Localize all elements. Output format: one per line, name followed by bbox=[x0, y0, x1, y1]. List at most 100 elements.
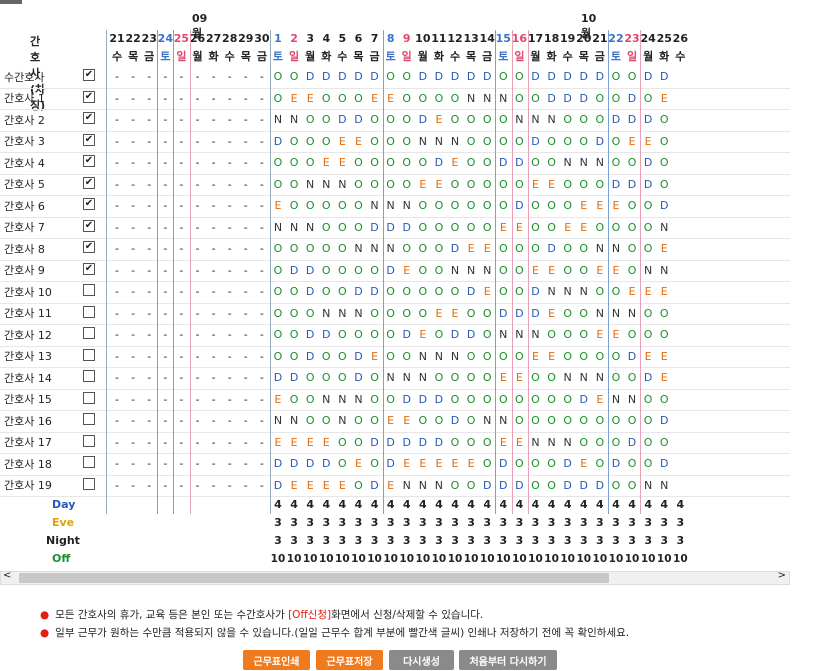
shift-cell[interactable]: O bbox=[608, 281, 624, 303]
shift-cell[interactable]: N bbox=[608, 303, 624, 325]
shift-cell[interactable]: O bbox=[592, 88, 608, 110]
shift-cell[interactable]: E bbox=[479, 281, 495, 303]
shift-cell[interactable]: E bbox=[527, 260, 543, 282]
shift-cell[interactable]: O bbox=[302, 303, 318, 325]
shift-cell[interactable]: O bbox=[544, 410, 560, 432]
shift-cell[interactable]: N bbox=[415, 346, 431, 368]
shift-cell[interactable]: O bbox=[640, 217, 656, 239]
shift-cell[interactable]: O bbox=[511, 260, 527, 282]
shift-cell[interactable]: O bbox=[640, 238, 656, 260]
shift-cell[interactable]: O bbox=[527, 195, 543, 217]
shift-cell[interactable]: D bbox=[640, 174, 656, 196]
shift-cell[interactable]: O bbox=[479, 303, 495, 325]
shift-cell[interactable]: O bbox=[560, 238, 576, 260]
shift-cell[interactable]: O bbox=[415, 303, 431, 325]
shift-cell[interactable]: N bbox=[576, 152, 592, 174]
shift-cell[interactable]: O bbox=[495, 174, 511, 196]
shift-cell[interactable]: D bbox=[640, 66, 656, 88]
shift-cell[interactable]: N bbox=[302, 174, 318, 196]
shift-cell[interactable]: O bbox=[415, 410, 431, 432]
shift-cell[interactable]: O bbox=[270, 260, 286, 282]
shift-cell[interactable]: N bbox=[318, 174, 334, 196]
shift-cell[interactable]: O bbox=[576, 174, 592, 196]
shift-cell[interactable]: O bbox=[608, 367, 624, 389]
shift-cell[interactable]: E bbox=[286, 432, 302, 454]
shift-cell[interactable]: O bbox=[463, 303, 479, 325]
shift-cell[interactable]: N bbox=[367, 195, 383, 217]
shift-cell[interactable]: N bbox=[495, 324, 511, 346]
shift-cell[interactable]: D bbox=[399, 324, 415, 346]
shift-cell[interactable]: D bbox=[270, 131, 286, 153]
shift-cell[interactable]: O bbox=[560, 303, 576, 325]
shift-cell[interactable]: O bbox=[286, 66, 302, 88]
shift-cell[interactable]: O bbox=[350, 174, 366, 196]
shift-cell[interactable]: O bbox=[399, 88, 415, 110]
shift-cell[interactable]: O bbox=[527, 367, 543, 389]
shift-cell[interactable]: D bbox=[399, 217, 415, 239]
shift-cell[interactable]: O bbox=[350, 475, 366, 497]
shift-cell[interactable]: N bbox=[383, 367, 399, 389]
shift-cell[interactable]: O bbox=[350, 195, 366, 217]
shift-cell[interactable]: N bbox=[431, 346, 447, 368]
shift-cell[interactable]: E bbox=[350, 453, 366, 475]
shift-cell[interactable]: O bbox=[334, 346, 350, 368]
nurse-checkbox[interactable] bbox=[83, 370, 95, 382]
shift-cell[interactable] bbox=[672, 453, 688, 475]
shift-cell[interactable]: E bbox=[576, 195, 592, 217]
shift-cell[interactable]: D bbox=[367, 281, 383, 303]
shift-cell[interactable]: O bbox=[640, 389, 656, 411]
shift-cell[interactable]: O bbox=[608, 475, 624, 497]
shift-cell[interactable]: O bbox=[383, 152, 399, 174]
shift-cell[interactable]: O bbox=[286, 152, 302, 174]
shift-cell[interactable]: O bbox=[640, 410, 656, 432]
shift-cell[interactable]: E bbox=[350, 131, 366, 153]
shift-cell[interactable]: O bbox=[367, 367, 383, 389]
shift-cell[interactable]: N bbox=[495, 88, 511, 110]
shift-cell[interactable]: E bbox=[431, 303, 447, 325]
shift-cell[interactable]: O bbox=[560, 174, 576, 196]
shift-cell[interactable]: D bbox=[511, 152, 527, 174]
shift-cell[interactable]: D bbox=[640, 367, 656, 389]
shift-cell[interactable]: D bbox=[560, 453, 576, 475]
shift-cell[interactable]: D bbox=[544, 238, 560, 260]
shift-cell[interactable]: O bbox=[399, 346, 415, 368]
shift-cell[interactable]: O bbox=[415, 195, 431, 217]
shift-cell[interactable]: E bbox=[640, 131, 656, 153]
shift-cell[interactable]: N bbox=[286, 410, 302, 432]
shift-cell[interactable]: O bbox=[318, 109, 334, 131]
shift-cell[interactable]: O bbox=[367, 152, 383, 174]
shift-cell[interactable]: O bbox=[318, 88, 334, 110]
shift-cell[interactable]: N bbox=[608, 389, 624, 411]
shift-cell[interactable] bbox=[672, 475, 688, 497]
shift-cell[interactable]: E bbox=[576, 453, 592, 475]
shift-cell[interactable]: O bbox=[608, 346, 624, 368]
shift-cell[interactable]: E bbox=[640, 281, 656, 303]
shift-cell[interactable]: N bbox=[479, 260, 495, 282]
shift-cell[interactable]: N bbox=[350, 238, 366, 260]
shift-cell[interactable]: E bbox=[592, 324, 608, 346]
shift-cell[interactable]: D bbox=[592, 131, 608, 153]
shift-cell[interactable]: O bbox=[383, 174, 399, 196]
shift-cell[interactable]: O bbox=[511, 131, 527, 153]
shift-cell[interactable]: O bbox=[431, 238, 447, 260]
shift-cell[interactable]: O bbox=[350, 88, 366, 110]
shift-cell[interactable]: E bbox=[624, 281, 640, 303]
shift-cell[interactable]: O bbox=[399, 152, 415, 174]
shift-cell[interactable]: O bbox=[270, 152, 286, 174]
shift-cell[interactable]: D bbox=[350, 367, 366, 389]
scroll-thumb[interactable] bbox=[19, 573, 609, 583]
shift-cell[interactable]: O bbox=[560, 410, 576, 432]
shift-cell[interactable]: O bbox=[511, 281, 527, 303]
shift-cell[interactable]: D bbox=[318, 453, 334, 475]
shift-cell[interactable]: O bbox=[624, 475, 640, 497]
shift-cell[interactable]: O bbox=[511, 410, 527, 432]
shift-cell[interactable]: N bbox=[463, 88, 479, 110]
shift-cell[interactable]: O bbox=[656, 174, 672, 196]
shift-cell[interactable]: E bbox=[286, 475, 302, 497]
shift-cell[interactable]: O bbox=[511, 346, 527, 368]
shift-cell[interactable]: O bbox=[624, 324, 640, 346]
shift-cell[interactable]: O bbox=[270, 324, 286, 346]
shift-cell[interactable]: N bbox=[367, 238, 383, 260]
shift-cell[interactable]: E bbox=[656, 346, 672, 368]
shift-cell[interactable]: O bbox=[286, 174, 302, 196]
